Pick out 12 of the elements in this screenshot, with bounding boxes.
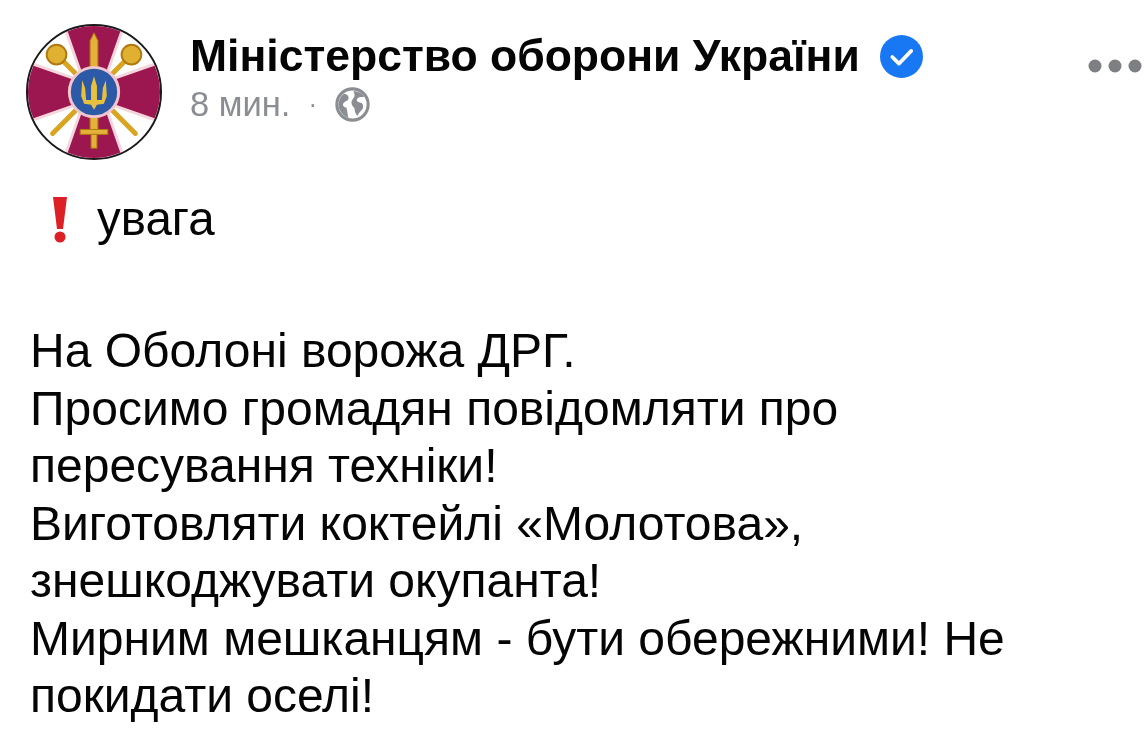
separator-dot: · (308, 88, 318, 121)
exclamation-icon (52, 195, 68, 243)
alert-text: увага (97, 192, 215, 246)
more-dots-icon (1088, 59, 1142, 73)
post-paragraph: Мирним мешканцям - бути обережними! Не покидати оселі! (30, 610, 1006, 724)
post-paragraph: На Оболоні ворожа ДРГ. (30, 323, 577, 379)
page-name-link[interactable]: Міністерство оборони України (190, 30, 860, 82)
post-paragraph: Просимо громадян повідомляти про пересування техніки! (30, 380, 840, 494)
emblem-avatar[interactable] (25, 23, 163, 161)
more-options-button[interactable] (1088, 59, 1142, 73)
post-paragraph: Виготовляти коктейлі «Молотова», знешкоджувати окупанта! (30, 495, 805, 609)
globe-icon[interactable] (335, 86, 371, 122)
